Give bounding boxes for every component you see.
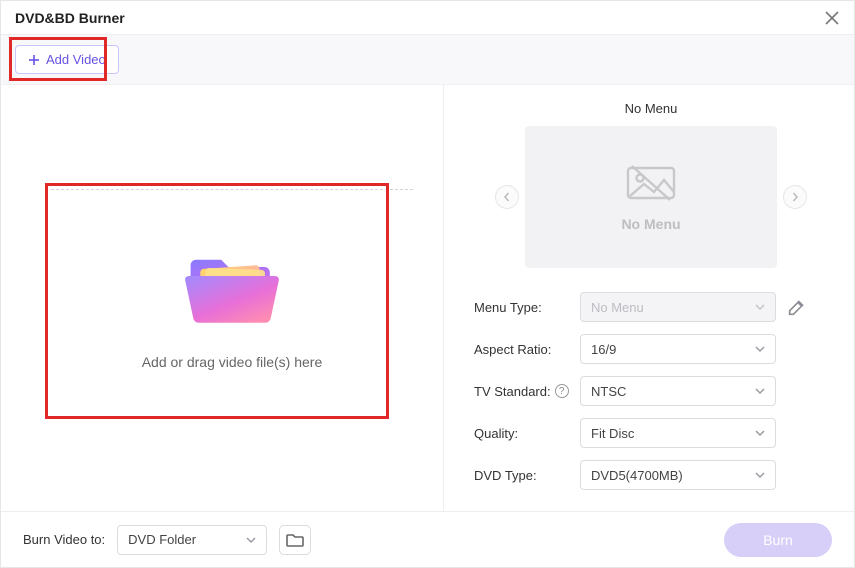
burn-target-label: Burn Video to: (23, 532, 105, 547)
select-menu-type: No Menu (580, 292, 776, 322)
add-video-button[interactable]: Add Video (15, 45, 119, 74)
titlebar: DVD&BD Burner (1, 1, 854, 35)
footer: Burn Video to: DVD Folder Burn (1, 511, 854, 567)
chevron-down-icon (755, 428, 765, 438)
row-dvd-type: DVD Type: DVD5(4700MB) (474, 460, 828, 490)
select-dvd-type-value: DVD5(4700MB) (591, 468, 683, 483)
main-area: Add or drag video file(s) here No Menu (1, 85, 854, 511)
select-quality[interactable]: Fit Disc (580, 418, 776, 448)
label-quality: Quality: (474, 426, 570, 441)
add-video-label: Add Video (46, 52, 106, 67)
toolbar: Add Video (1, 35, 854, 85)
row-aspect-ratio: Aspect Ratio: 16/9 (474, 334, 828, 364)
burn-button-label: Burn (763, 532, 793, 548)
preview-prev-button[interactable] (495, 185, 519, 209)
drop-area-hint: Add or drag video file(s) here (142, 354, 323, 370)
preview-title: No Menu (474, 101, 828, 116)
plus-icon (28, 54, 40, 66)
select-burn-target-value: DVD Folder (128, 532, 196, 547)
chevron-down-icon (755, 302, 765, 312)
window-title: DVD&BD Burner (15, 10, 125, 26)
row-menu-type: Menu Type: No Menu (474, 292, 828, 322)
settings-pane: No Menu No Menu (444, 85, 854, 511)
app-window: DVD&BD Burner Add Video (0, 0, 855, 568)
image-placeholder-icon (624, 162, 678, 202)
label-dvd-type: DVD Type: (474, 468, 570, 483)
select-quality-value: Fit Disc (591, 426, 634, 441)
select-tv-standard[interactable]: NTSC (580, 376, 776, 406)
row-quality: Quality: Fit Disc (474, 418, 828, 448)
select-aspect-ratio[interactable]: 16/9 (580, 334, 776, 364)
chevron-down-icon (755, 470, 765, 480)
help-icon[interactable]: ? (555, 384, 569, 398)
menu-preview: No Menu (525, 126, 777, 268)
burn-button[interactable]: Burn (724, 523, 832, 557)
video-list-pane: Add or drag video file(s) here (1, 85, 444, 511)
label-aspect-ratio: Aspect Ratio: (474, 342, 570, 357)
edit-menu-icon[interactable] (786, 296, 808, 318)
chevron-right-icon (790, 192, 800, 202)
chevron-down-icon (755, 344, 765, 354)
select-burn-target[interactable]: DVD Folder (117, 525, 267, 555)
select-aspect-ratio-value: 16/9 (591, 342, 616, 357)
row-tv-standard: TV Standard: ? NTSC (474, 376, 828, 406)
select-tv-standard-value: NTSC (591, 384, 626, 399)
label-tv-standard: TV Standard: ? (474, 384, 570, 399)
preview-next-button[interactable] (783, 185, 807, 209)
label-menu-type: Menu Type: (474, 300, 570, 315)
chevron-left-icon (502, 192, 512, 202)
chevron-down-icon (755, 386, 765, 396)
settings-controls: Menu Type: No Menu Aspect Ratio: 16/9 (474, 292, 828, 490)
folder-icon (177, 240, 287, 330)
preview-placeholder-label: No Menu (621, 216, 680, 232)
browse-folder-button[interactable] (279, 525, 311, 555)
select-dvd-type[interactable]: DVD5(4700MB) (580, 460, 776, 490)
select-menu-type-value: No Menu (591, 300, 644, 315)
folder-outline-icon (286, 532, 304, 548)
menu-preview-row: No Menu (474, 126, 828, 268)
close-icon[interactable] (824, 10, 840, 26)
chevron-down-icon (246, 535, 256, 545)
drop-area[interactable]: Add or drag video file(s) here (51, 189, 413, 419)
